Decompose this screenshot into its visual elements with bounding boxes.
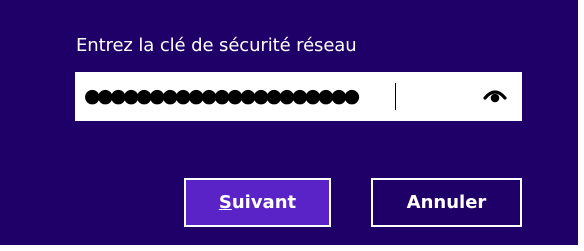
- cancel-button-label: Annuler: [406, 192, 487, 213]
- network-key-dialog: Entrez la clé de sécurité réseau ●●●●●●●…: [0, 0, 578, 245]
- next-button[interactable]: Suivant: [184, 178, 331, 227]
- security-key-input[interactable]: ●●●●●●●●●●●●●●●●●●●●●: [75, 72, 522, 121]
- next-button-label: uivant: [231, 192, 297, 213]
- security-key-label: Entrez la clé de sécurité réseau: [76, 35, 357, 56]
- text-caret: [395, 83, 396, 110]
- cancel-button[interactable]: Annuler: [371, 178, 522, 227]
- next-button-accelerator: S: [218, 192, 232, 213]
- eye-reveal-icon[interactable]: [483, 87, 507, 105]
- masked-password-text: ●●●●●●●●●●●●●●●●●●●●●: [84, 85, 360, 107]
